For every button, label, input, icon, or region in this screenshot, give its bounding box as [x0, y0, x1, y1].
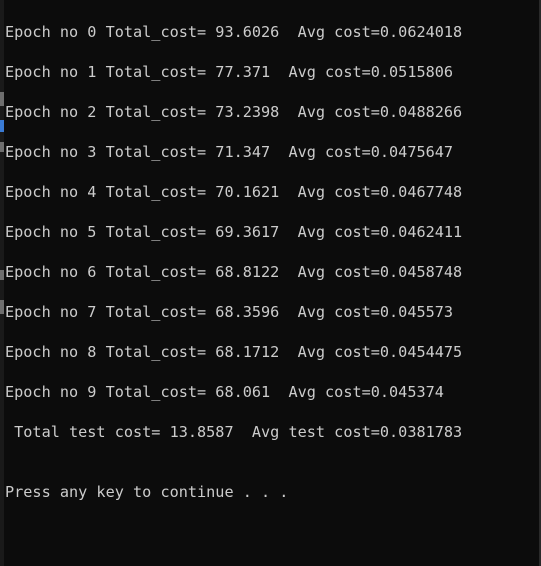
edge-mark	[0, 92, 4, 106]
console-line-epoch-4: Epoch no 4 Total_cost= 70.1621 Avg cost=…	[5, 183, 463, 201]
console-line-epoch-9: Epoch no 9 Total_cost= 68.061 Avg cost=0…	[5, 383, 444, 401]
window-left-edge	[0, 0, 4, 566]
console-line-epoch-2: Epoch no 2 Total_cost= 73.2398 Avg cost=…	[5, 103, 463, 121]
console-line-epoch-1: Epoch no 1 Total_cost= 77.371 Avg cost=0…	[5, 63, 454, 81]
console-line-epoch-6: Epoch no 6 Total_cost= 68.8122 Avg cost=…	[5, 263, 463, 281]
console-line-prompt: Press any key to continue . . .	[5, 483, 289, 501]
edge-mark	[0, 300, 4, 314]
console-line-epoch-3: Epoch no 3 Total_cost= 71.347 Avg cost=0…	[5, 143, 454, 161]
console-line-epoch-7: Epoch no 7 Total_cost= 68.3596 Avg cost=…	[5, 303, 454, 321]
console-line-epoch-8: Epoch no 8 Total_cost= 68.1712 Avg cost=…	[5, 343, 463, 361]
console-line-epoch-5: Epoch no 5 Total_cost= 69.3617 Avg cost=…	[5, 223, 463, 241]
console-line-epoch-0: Epoch no 0 Total_cost= 93.6026 Avg cost=…	[5, 23, 463, 41]
edge-mark	[0, 120, 4, 132]
console-line-test-cost: Total test cost= 13.8587 Avg test cost=0…	[5, 423, 463, 441]
console-window[interactable]: Epoch no 0 Total_cost= 93.6026 Avg cost=…	[0, 0, 541, 566]
edge-mark	[0, 270, 4, 280]
edge-mark	[0, 142, 4, 152]
